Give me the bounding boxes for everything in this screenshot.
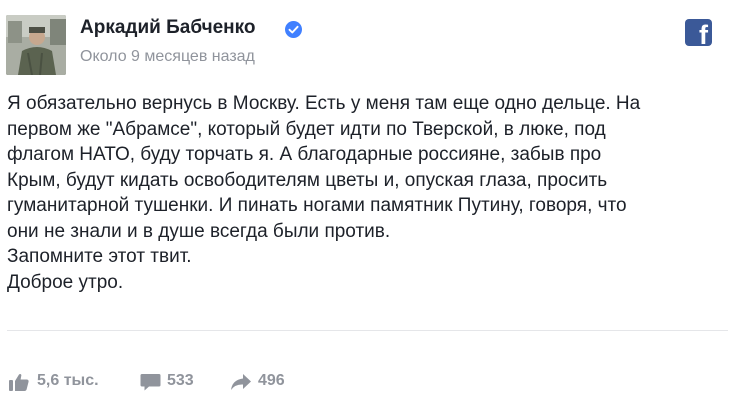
- post-header: Аркадий Бабченко Около 9 месяцев назад f: [0, 0, 735, 82]
- facebook-post-card: Аркадий Бабченко Около 9 месяцев назад f…: [0, 0, 735, 410]
- post-actions-bar: 5,6 тыс. 533 496: [0, 364, 735, 398]
- share-count: 496: [258, 372, 285, 389]
- post-divider: [7, 330, 728, 331]
- post-body-line: Доброе утро.: [7, 271, 124, 293]
- post-body-line: они не знали и в душе всегда были против…: [7, 220, 391, 242]
- post-body-line: первом же "Абрамсе", который будет идти …: [7, 118, 606, 140]
- author-name[interactable]: Аркадий Бабченко: [80, 17, 256, 39]
- post-body-line: Я обязательно вернусь в Москву. Есть у м…: [7, 93, 641, 114]
- facebook-logo-icon[interactable]: f: [685, 19, 712, 50]
- post-body-line: гуманитарной тушенки. И пинать ногами па…: [7, 195, 627, 216]
- post-body-line: Запомните этот твит.: [7, 246, 192, 267]
- post-timestamp[interactable]: Около 9 месяцев назад: [80, 48, 255, 66]
- post-body: Я обязательно вернусь в Москву. Есть у м…: [7, 91, 727, 295]
- facebook-logo-glyph: f: [699, 20, 708, 50]
- comment-bubble-icon: [140, 374, 161, 391]
- verified-badge-icon: [285, 21, 302, 38]
- avatar-photo-icon: [6, 15, 66, 75]
- author-avatar[interactable]: [6, 15, 66, 75]
- post-body-line: флагом НАТО, буду торчать я. А благодарн…: [7, 144, 602, 165]
- thumbs-up-icon: [9, 373, 29, 391]
- share-arrow-icon: [231, 374, 251, 390]
- like-count: 5,6 тыс.: [37, 372, 99, 389]
- comment-count: 533: [167, 372, 194, 389]
- post-body-line: Крым, будут кидать освободителям цветы и…: [7, 169, 608, 191]
